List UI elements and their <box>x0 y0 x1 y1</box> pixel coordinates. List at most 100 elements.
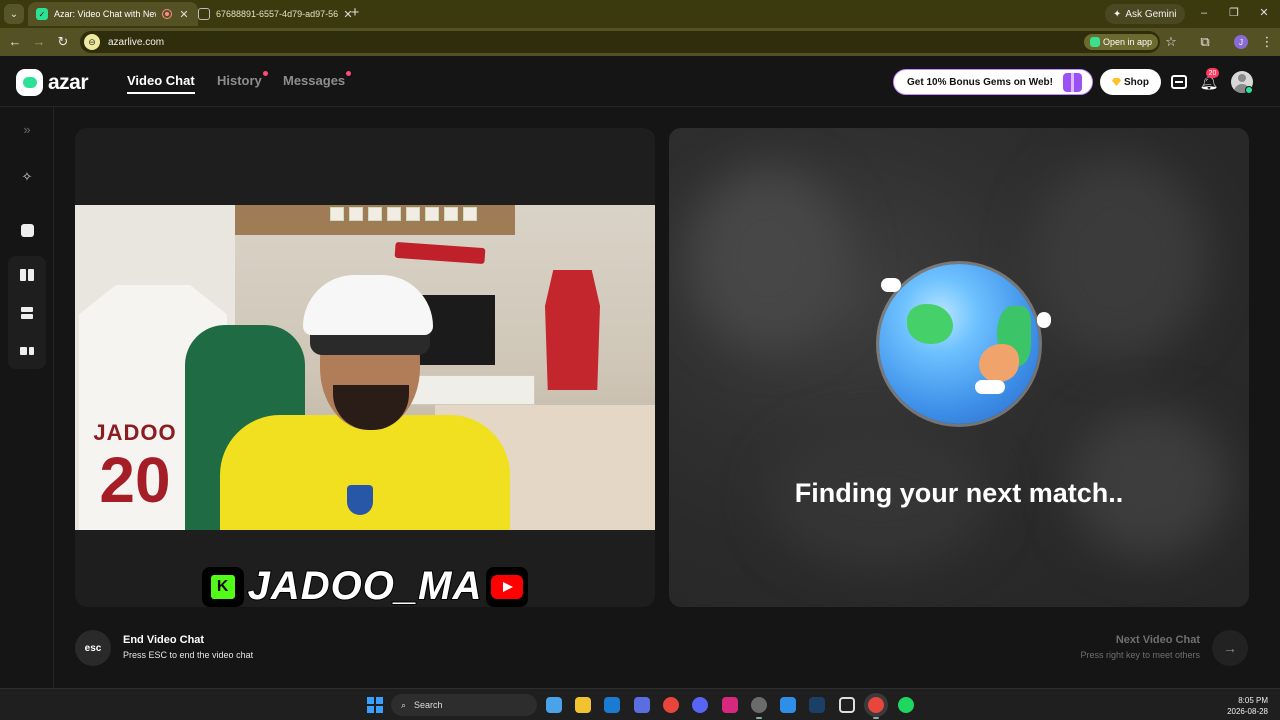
left-sidebar: » ✧ <box>0 107 54 688</box>
nav-messages[interactable]: Messages <box>283 71 352 88</box>
open-in-app-label: Open in app <box>1103 37 1153 47</box>
cloud-icon <box>881 278 901 292</box>
arrow-right-icon: → <box>1223 640 1237 656</box>
end-chat-hint: Press ESC to end the video chat <box>123 650 254 660</box>
outlook-icon[interactable] <box>604 697 620 713</box>
open-in-app-button[interactable]: Open in app <box>1084 34 1159 50</box>
globe-icon <box>879 264 1039 424</box>
gift-icon <box>1063 73 1082 92</box>
end-chat-title: End Video Chat <box>123 634 205 646</box>
more-menu-icon[interactable]: ⋮ <box>1258 33 1276 51</box>
instagram-icon[interactable] <box>722 697 738 713</box>
inbox-button[interactable] <box>1168 71 1190 93</box>
land-shape <box>979 344 1019 382</box>
online-status-dot <box>1245 86 1253 94</box>
nav-history[interactable]: History <box>217 71 268 88</box>
site-header: azar Video Chat History Messages Get 10%… <box>0 56 1280 107</box>
inbox-icon <box>1171 75 1187 89</box>
blur-shape <box>689 168 849 348</box>
photos-app-icon[interactable] <box>546 697 562 713</box>
desk <box>405 375 535 405</box>
close-window-icon[interactable]: ✕ <box>1256 4 1272 22</box>
chrome-icon[interactable] <box>663 697 679 713</box>
site-info-icon[interactable]: ⊖ <box>84 34 100 50</box>
land-shape <box>907 304 953 344</box>
notification-dot <box>262 71 268 76</box>
layout-side-by-side-icon[interactable] <box>9 257 45 293</box>
reload-icon[interactable]: ↻ <box>54 33 72 51</box>
close-tab-icon[interactable]: ✕ <box>178 8 190 21</box>
taskbar-search[interactable]: ⌕ Search <box>391 694 537 716</box>
self-video-panel: JADOO 20 KL K JADOO_MA <box>75 128 655 607</box>
browser-toolbar: ← → ↻ ⊖ azarlive.com Open in app ☆ ⧉ J ⋮ <box>0 28 1280 56</box>
filter-glyph <box>20 223 34 237</box>
photo-frames <box>330 207 510 223</box>
logo-text: azar <box>48 70 89 94</box>
steam-icon[interactable] <box>809 697 825 713</box>
nav-label: Video Chat <box>127 73 195 88</box>
system-clock[interactable]: 8:05 PM 2026-08-28 <box>1227 695 1268 717</box>
layout-glyph <box>21 307 33 319</box>
layout-glyph <box>20 269 34 281</box>
expand-sidebar-icon[interactable]: » <box>9 111 45 147</box>
matching-status: Finding your next match.. <box>794 478 1124 508</box>
clock-date: 2026-08-28 <box>1227 707 1268 716</box>
file-explorer-icon[interactable] <box>575 697 591 713</box>
tab-second[interactable]: 67688891-6557-4d79-ad97-56 ✕ <box>190 2 362 26</box>
tab-title: 67688891-6557-4d79-ad97-56 <box>216 9 339 19</box>
app-icon[interactable] <box>780 697 796 713</box>
next-chat-hint: Press right key to meet others <box>1080 650 1200 660</box>
new-tab-button[interactable]: + <box>346 4 364 22</box>
forward-icon[interactable]: → <box>30 33 48 51</box>
start-button[interactable] <box>367 697 383 713</box>
cloud-icon <box>975 380 1005 394</box>
chrome-active-icon[interactable] <box>868 697 884 719</box>
azar-logo-icon <box>16 69 43 96</box>
obs-icon[interactable] <box>751 697 767 719</box>
azar-favicon-icon: ✓ <box>36 8 48 20</box>
profile-avatar[interactable]: J <box>1234 35 1248 49</box>
red-banner <box>394 241 486 265</box>
tab-azar[interactable]: ✓ Azar: Video Chat with New ✕ <box>28 2 198 26</box>
extensions-icon[interactable]: ⧉ <box>1196 33 1214 51</box>
spotify-icon[interactable] <box>898 697 914 713</box>
back-icon[interactable]: ← <box>6 33 24 51</box>
browser-tab-strip: ⌄ ✓ Azar: Video Chat with New ✕ 67688891… <box>0 0 1280 28</box>
nav-label: Messages <box>283 73 346 88</box>
azar-logo[interactable]: azar <box>16 69 89 96</box>
search-placeholder: Search <box>414 700 443 710</box>
notification-count-badge: 20 <box>1206 68 1219 78</box>
end-chat-button[interactable]: esc <box>75 630 111 666</box>
ask-gemini-button[interactable]: ✦ Ask Gemini <box>1105 4 1185 24</box>
tab-search-button[interactable]: ⌄ <box>4 4 24 24</box>
bookmark-star-icon[interactable]: ☆ <box>1162 33 1180 51</box>
magic-wand-icon[interactable]: ✧ <box>9 159 45 195</box>
address-bar[interactable]: ⊖ azarlive.com <box>80 31 1160 53</box>
bonus-gems-promo[interactable]: Get 10% Bonus Gems on Web! <box>893 69 1093 95</box>
layout-pip-icon[interactable] <box>9 333 45 369</box>
app-icon <box>1090 37 1100 47</box>
cloud-icon <box>1037 312 1051 328</box>
window-app-icon[interactable] <box>839 697 855 713</box>
minimize-icon[interactable]: – <box>1196 4 1212 22</box>
layout-glyph <box>20 347 34 355</box>
nav-video-chat[interactable]: Video Chat <box>127 73 195 94</box>
restore-icon[interactable]: ❐ <box>1226 4 1242 22</box>
nav-label: History <box>217 73 262 88</box>
store-icon[interactable] <box>634 697 650 713</box>
red-jersey-on-wall <box>545 270 600 390</box>
layout-stacked-icon[interactable] <box>9 295 45 331</box>
discord-icon[interactable] <box>692 697 708 713</box>
recording-icon <box>162 9 172 19</box>
promo-text: Get 10% Bonus Gems on Web! <box>907 76 1053 88</box>
jersey-number: 20 <box>99 444 171 516</box>
filter-icon[interactable] <box>9 212 45 248</box>
sparkle-icon: ✦ <box>1113 8 1122 20</box>
screen: ⌄ ✓ Azar: Video Chat with New ✕ 67688891… <box>0 0 1280 720</box>
jersey-name: JADOO <box>93 420 177 445</box>
shop-button[interactable]: Shop <box>1100 69 1161 95</box>
notification-dot <box>346 71 352 76</box>
watermark-text: JADOO_MA <box>247 563 483 607</box>
next-chat-button[interactable]: → <box>1212 630 1248 666</box>
shirt-crest <box>347 485 373 515</box>
